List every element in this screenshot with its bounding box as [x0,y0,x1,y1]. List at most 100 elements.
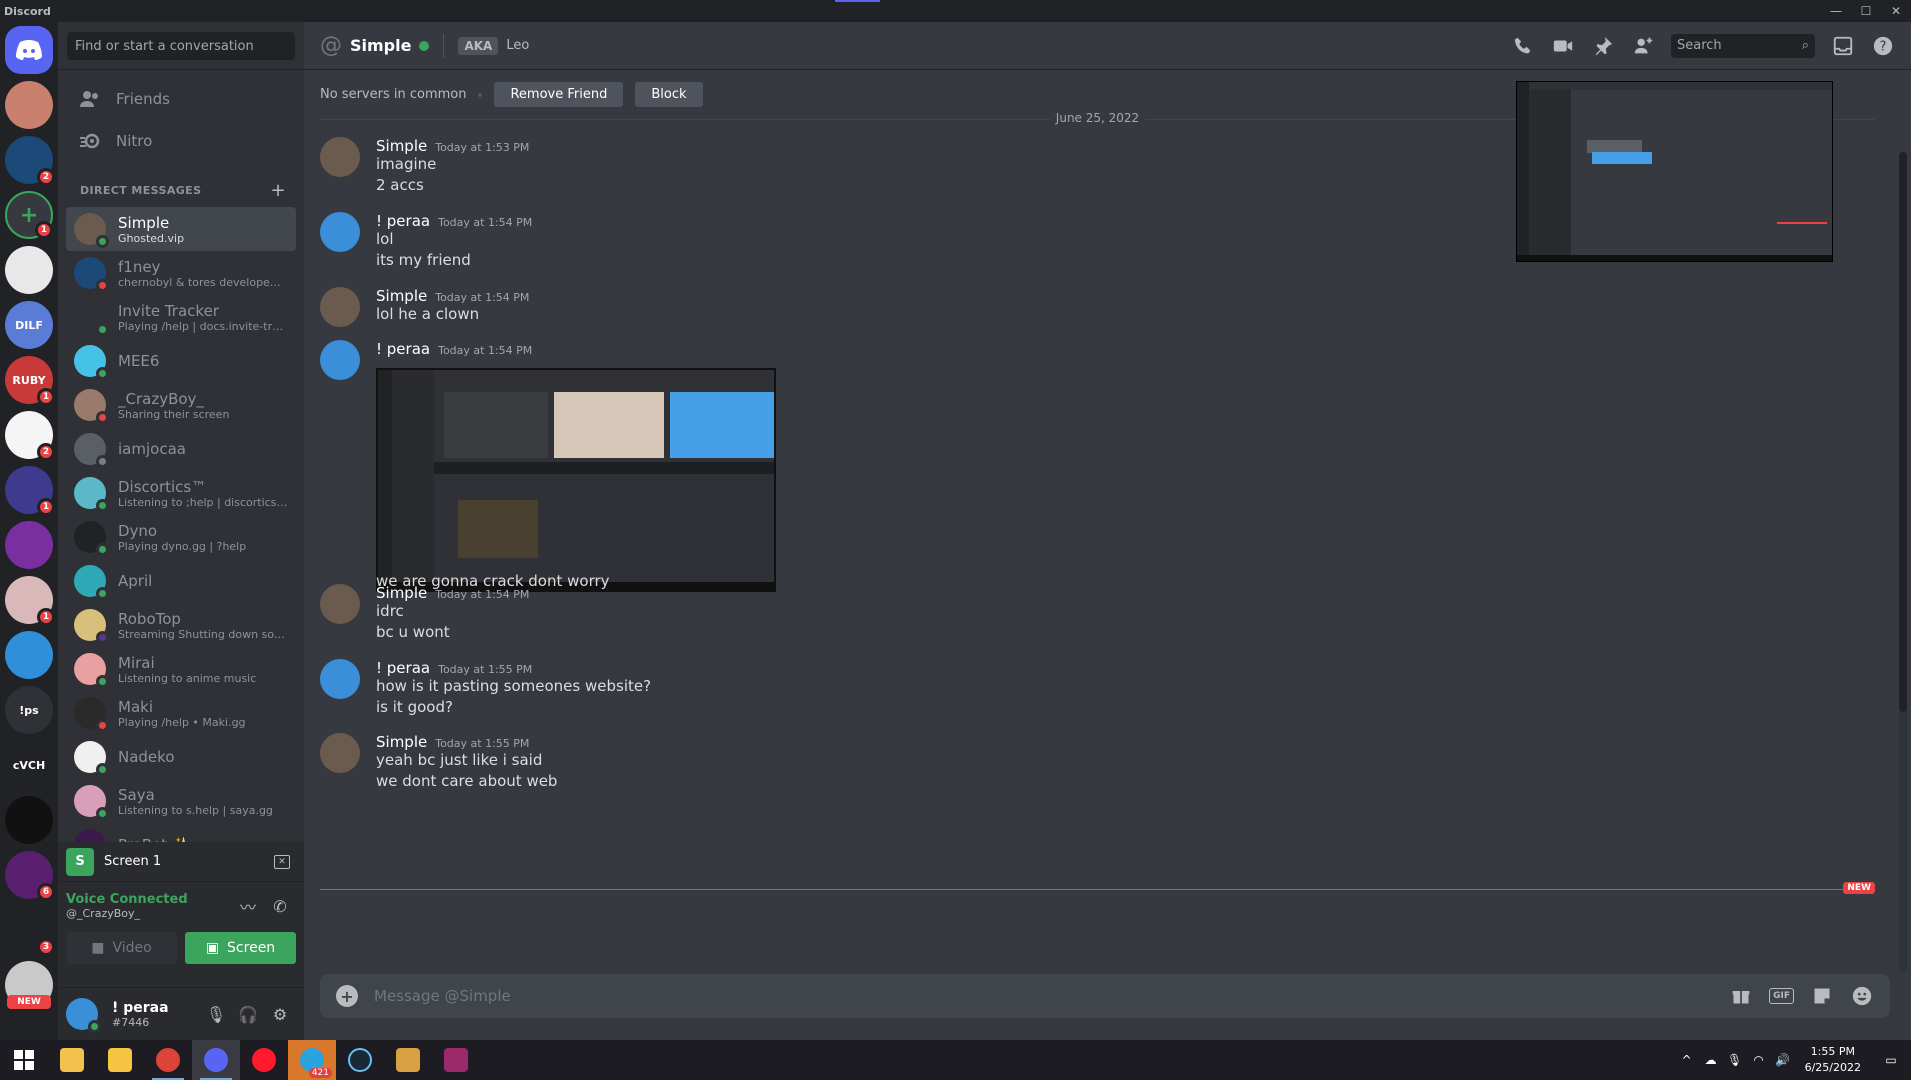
screen-share-preview[interactable] [1516,81,1833,262]
dm-item[interactable]: Dyno Playing dyno.gg | ?help [66,515,296,559]
message-avatar[interactable] [320,659,360,699]
maximize-button[interactable]: ☐ [1851,4,1881,18]
emoji-icon[interactable] [1850,984,1874,1008]
tray-wifi-icon[interactable]: ◠ [1747,1053,1771,1067]
server-icon[interactable]: cVCH [5,741,53,789]
chat-scrollbar[interactable] [1899,152,1907,972]
attach-plus-icon[interactable]: + [336,985,358,1007]
dm-item[interactable]: Invite Tracker Playing /help | docs.invit… [66,295,296,339]
gif-picker-icon[interactable]: GIF [1769,988,1794,1004]
help-icon[interactable]: ? [1871,34,1895,58]
server-icon[interactable]: !ps [5,686,53,734]
server-icon[interactable] [5,81,53,129]
nav-nitro[interactable]: Nitro [66,120,296,162]
voice-connected-label[interactable]: Voice Connected [66,892,232,907]
taskbar-chrome[interactable] [144,1040,192,1080]
taskbar-winrar[interactable] [432,1040,480,1080]
voice-channel-label[interactable]: @_CrazyBoy_ [66,907,232,920]
message-author[interactable]: ! peraa [376,659,430,677]
message-author[interactable]: Simple [376,584,427,602]
dm-item[interactable]: Mirai Listening to anime music [66,647,296,691]
clock[interactable]: 1:55 PM 6/25/2022 [1805,1044,1861,1076]
server-icon[interactable]: RUBY 1 [5,356,55,406]
message-avatar[interactable] [320,287,360,327]
server-icon[interactable] [5,521,53,569]
image-attachment[interactable] [376,368,776,592]
block-button[interactable]: Block [635,82,703,107]
screen-share-row[interactable]: S Screen 1 ✕ [58,842,304,882]
noise-suppression-icon[interactable]: 〰 [232,894,264,918]
headphones-icon[interactable]: 🎧 [232,1005,264,1024]
dm-item[interactable]: iamjocaa [66,427,296,471]
close-button[interactable]: ✕ [1881,4,1911,18]
user-avatar[interactable] [66,998,101,1033]
minimize-button[interactable]: — [1821,4,1851,18]
nav-friends[interactable]: Friends [66,78,296,120]
sticker-icon[interactable] [1810,984,1834,1008]
taskbar-telegram[interactable]: 421 [288,1040,336,1080]
message-author[interactable]: ! peraa [376,340,430,358]
gift-icon[interactable] [1729,984,1753,1008]
message-avatar[interactable] [320,733,360,773]
taskbar-discord[interactable] [192,1040,240,1080]
tray-mic-icon[interactable]: 🎙 [1723,1053,1747,1067]
taskbar-file-explorer[interactable] [48,1040,96,1080]
taskbar-game[interactable] [384,1040,432,1080]
dm-item[interactable]: Nadeko [66,735,296,779]
message-avatar[interactable] [320,340,360,380]
tray-cloud-icon[interactable]: ☁ [1699,1053,1723,1067]
dm-item[interactable]: Simple Ghosted.vip [66,207,296,251]
server-icon[interactable]: 2 [5,136,55,186]
dm-item[interactable]: Discortics™ Listening to ;help | discorti… [66,471,296,515]
inbox-icon[interactable] [1831,34,1855,58]
pinned-messages-icon[interactable] [1591,34,1615,58]
message-input[interactable]: Message @Simple [374,987,1713,1005]
server-icon[interactable]: DILF [5,301,53,349]
taskbar-store[interactable] [96,1040,144,1080]
notifications-icon[interactable]: ▭ [1871,1053,1911,1067]
server-icon[interactable]: 3 [5,906,55,956]
message-avatar[interactable] [320,584,360,624]
server-icon[interactable]: 1 [5,576,55,626]
home-button[interactable] [5,26,53,74]
message-author[interactable]: ! peraa [376,212,430,230]
tray-chevron-icon[interactable]: ^ [1675,1053,1699,1067]
server-icon[interactable]: 1 [5,466,55,516]
header-search-input[interactable]: Search ⌕ [1671,33,1815,58]
dm-item[interactable]: April [66,559,296,603]
video-call-icon[interactable] [1551,34,1575,58]
start-button[interactable] [0,1040,48,1080]
dm-item[interactable]: f1ney chernobyl & tores develope... [66,251,296,295]
dm-item[interactable]: MEE6 [66,339,296,383]
taskbar-steam[interactable] [336,1040,384,1080]
server-icon[interactable] [5,246,53,294]
message-author[interactable]: Simple [376,733,427,751]
dm-item[interactable]: Saya Listening to s.help | saya.gg [66,779,296,823]
message-author[interactable]: Simple [376,137,427,155]
dm-item[interactable]: _CrazyBoy_ Sharing their screen [66,383,296,427]
create-dm-plus-icon[interactable]: + [271,180,286,201]
dm-item[interactable]: Maki Playing /help • Maki.gg [66,691,296,735]
server-icon[interactable]: +1 [5,191,53,239]
settings-gear-icon[interactable]: ⚙ [264,1005,296,1024]
dm-item[interactable]: RoboTop Streaming Shutting down soon ... [66,603,296,647]
server-icon[interactable]: NEW [5,961,53,1009]
remove-friend-button[interactable]: Remove Friend [494,82,624,107]
dm-search-input[interactable]: Find or start a conversation [67,32,295,60]
scroll-thumb[interactable] [1899,152,1907,712]
message-author[interactable]: Simple [376,287,427,305]
taskbar-opera[interactable] [240,1040,288,1080]
server-icon[interactable] [5,631,53,679]
message-avatar[interactable] [320,137,360,177]
video-button[interactable]: ■ Video [66,932,177,964]
voice-call-icon[interactable] [1511,34,1535,58]
microphone-icon[interactable]: 🎙 [200,1005,232,1024]
stop-stream-icon[interactable]: ✕ [274,854,290,869]
disconnect-icon[interactable]: ✆ [264,897,296,916]
tray-volume-icon[interactable]: 🔊 [1771,1053,1795,1067]
server-icon[interactable]: 2 [5,411,55,461]
message-avatar[interactable] [320,212,360,252]
server-icon[interactable]: 6 [5,851,55,901]
add-friend-to-dm-icon[interactable] [1631,34,1655,58]
screen-button[interactable]: ▣ Screen [185,932,296,964]
